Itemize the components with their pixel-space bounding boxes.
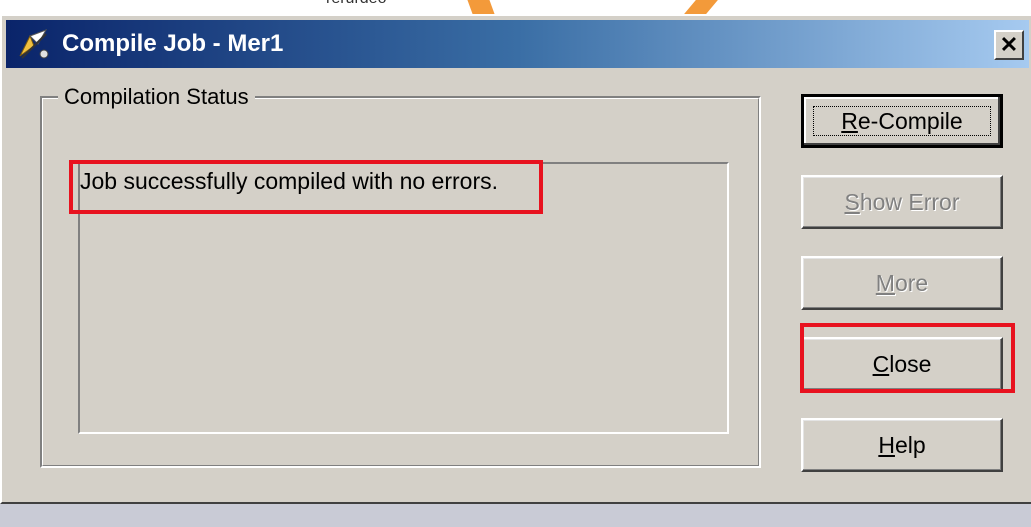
close-label: Close (872, 350, 932, 377)
window-title: Compile Job - Mer1 (62, 30, 284, 57)
background-text: rerurdeo (326, 0, 386, 8)
background-window-strip: rerurdeo (0, 0, 1031, 14)
focus-rectangle (813, 106, 991, 136)
orange-annotation-stroke (467, 0, 495, 14)
show-error-button[interactable]: Show Error (801, 175, 1003, 229)
close-icon: ✕ (999, 32, 1019, 57)
close-window-button[interactable]: ✕ (994, 30, 1024, 60)
recompile-button[interactable]: Re-Compile (801, 94, 1003, 148)
title-bar[interactable]: Compile Job - Mer1 ✕ (6, 20, 1029, 68)
background-bottom-strip (0, 504, 1031, 527)
show-error-label: Show Error (844, 188, 960, 215)
more-button[interactable]: More (801, 256, 1003, 310)
status-message: Job successfully compiled with no errors… (80, 168, 498, 194)
help-label: Help (878, 431, 926, 458)
close-button[interactable]: Close (801, 337, 1003, 391)
compile-job-icon (19, 29, 49, 59)
more-label: More (875, 269, 929, 296)
orange-annotation-stroke (684, 0, 718, 14)
status-output-area (78, 162, 729, 434)
group-label: Compilation Status (58, 84, 255, 110)
help-button[interactable]: Help (801, 418, 1003, 472)
